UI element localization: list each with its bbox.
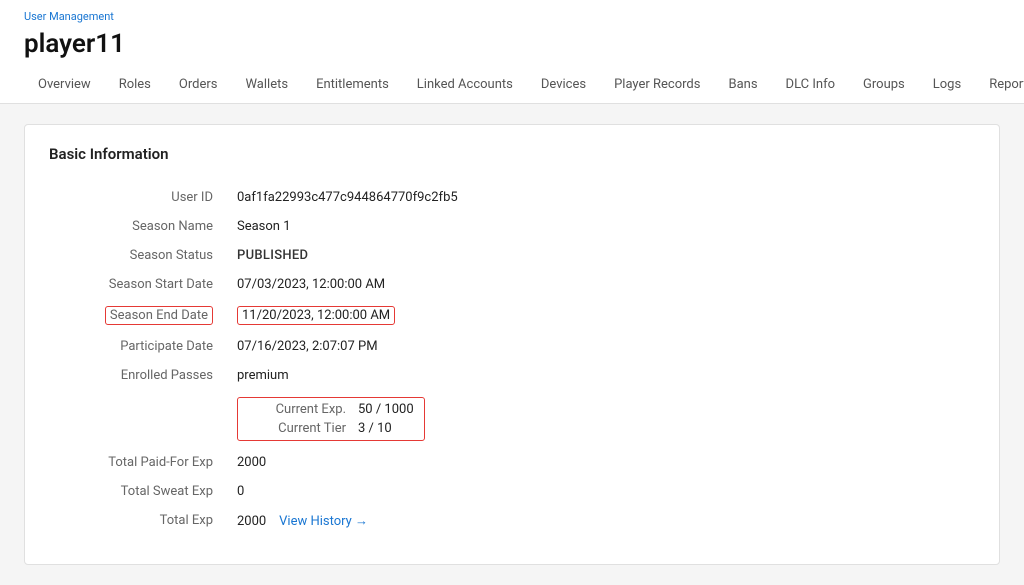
- user-id-value: 0af1fa22993c477c944864770f9c2fb5: [229, 183, 975, 212]
- participate-date-label: Participate Date: [49, 332, 229, 361]
- tab-orders[interactable]: Orders: [165, 69, 232, 103]
- total-exp-value: 2000: [237, 514, 266, 529]
- breadcrumb[interactable]: User Management: [24, 10, 1000, 23]
- nav-tabs: Overview Roles Orders Wallets Entitlemen…: [24, 69, 1000, 103]
- current-tier-label: Current Tier: [248, 421, 358, 436]
- view-history-link[interactable]: View History →: [279, 514, 368, 529]
- enrolled-passes-label: Enrolled Passes: [49, 361, 229, 390]
- current-exp-value: 50 / 1000: [358, 402, 414, 417]
- season-start-date-value: 07/03/2023, 12:00:00 AM: [229, 270, 975, 299]
- tab-wallets[interactable]: Wallets: [231, 69, 302, 103]
- tab-logs[interactable]: Logs: [919, 69, 975, 103]
- season-end-date-row: Season End Date 11/20/2023, 12:00:00 AM: [49, 299, 975, 332]
- total-exp-row: Total Exp 2000 View History →: [49, 506, 975, 536]
- enrolled-passes-value: premium: [229, 361, 975, 390]
- user-id-row: User ID 0af1fa22993c477c944864770f9c2fb5: [49, 183, 975, 212]
- total-sweat-exp-row: Total Sweat Exp 0: [49, 477, 975, 506]
- header: User Management player11 Overview Roles …: [0, 0, 1024, 104]
- season-end-date-label-box: Season End Date: [105, 306, 213, 325]
- published-badge: PUBLISHED: [237, 248, 308, 263]
- tab-entitlements[interactable]: Entitlements: [302, 69, 403, 103]
- total-paid-exp-value: 2000: [229, 448, 975, 477]
- season-status-row: Season Status PUBLISHED: [49, 241, 975, 270]
- total-exp-cell: 2000 View History →: [229, 506, 975, 536]
- season-name-row: Season Name Season 1: [49, 212, 975, 241]
- season-end-date-label: Season End Date: [49, 299, 229, 332]
- season-start-date-row: Season Start Date 07/03/2023, 12:00:00 A…: [49, 270, 975, 299]
- tab-bans[interactable]: Bans: [714, 69, 771, 103]
- season-name-label: Season Name: [49, 212, 229, 241]
- main-content: Basic Information User ID 0af1fa22993c47…: [0, 104, 1024, 585]
- current-tier-row: Current Tier 3 / 10: [248, 421, 414, 436]
- basic-info-card: Basic Information User ID 0af1fa22993c47…: [24, 124, 1000, 565]
- tab-linked-accounts[interactable]: Linked Accounts: [403, 69, 527, 103]
- season-start-date-label: Season Start Date: [49, 270, 229, 299]
- total-sweat-exp-value: 0: [229, 477, 975, 506]
- current-exp-row: Current Exp. 50 / 1000: [248, 402, 414, 417]
- season-status-label: Season Status: [49, 241, 229, 270]
- participate-date-row: Participate Date 07/16/2023, 2:07:07 PM: [49, 332, 975, 361]
- participate-date-value: 07/16/2023, 2:07:07 PM: [229, 332, 975, 361]
- total-paid-exp-row: Total Paid-For Exp 2000: [49, 448, 975, 477]
- exp-tier-row: Current Exp. 50 / 1000 Current Tier 3 / …: [49, 390, 975, 448]
- tab-groups[interactable]: Groups: [849, 69, 919, 103]
- tab-roles[interactable]: Roles: [105, 69, 165, 103]
- season-end-date-value: 11/20/2023, 12:00:00 AM: [229, 299, 975, 332]
- tab-dlc-info[interactable]: DLC Info: [772, 69, 849, 103]
- tab-player-records[interactable]: Player Records: [600, 69, 714, 103]
- user-id-label: User ID: [49, 183, 229, 212]
- current-tier-value: 3 / 10: [358, 421, 392, 436]
- page-title: player11: [24, 29, 1000, 59]
- enrolled-passes-row: Enrolled Passes premium: [49, 361, 975, 390]
- season-status-value: PUBLISHED: [229, 241, 975, 270]
- season-end-date-value-box: 11/20/2023, 12:00:00 AM: [237, 306, 395, 325]
- total-paid-exp-label: Total Paid-For Exp: [49, 448, 229, 477]
- tab-reports[interactable]: Reports: [975, 69, 1024, 103]
- total-exp-label: Total Exp: [49, 506, 229, 536]
- info-table: User ID 0af1fa22993c477c944864770f9c2fb5…: [49, 183, 975, 536]
- tab-devices[interactable]: Devices: [527, 69, 600, 103]
- season-name-value: Season 1: [229, 212, 975, 241]
- card-title: Basic Information: [49, 145, 975, 163]
- current-exp-label: Current Exp.: [248, 402, 358, 417]
- exp-tier-box: Current Exp. 50 / 1000 Current Tier 3 / …: [237, 397, 425, 441]
- tab-overview[interactable]: Overview: [24, 69, 105, 103]
- total-sweat-exp-label: Total Sweat Exp: [49, 477, 229, 506]
